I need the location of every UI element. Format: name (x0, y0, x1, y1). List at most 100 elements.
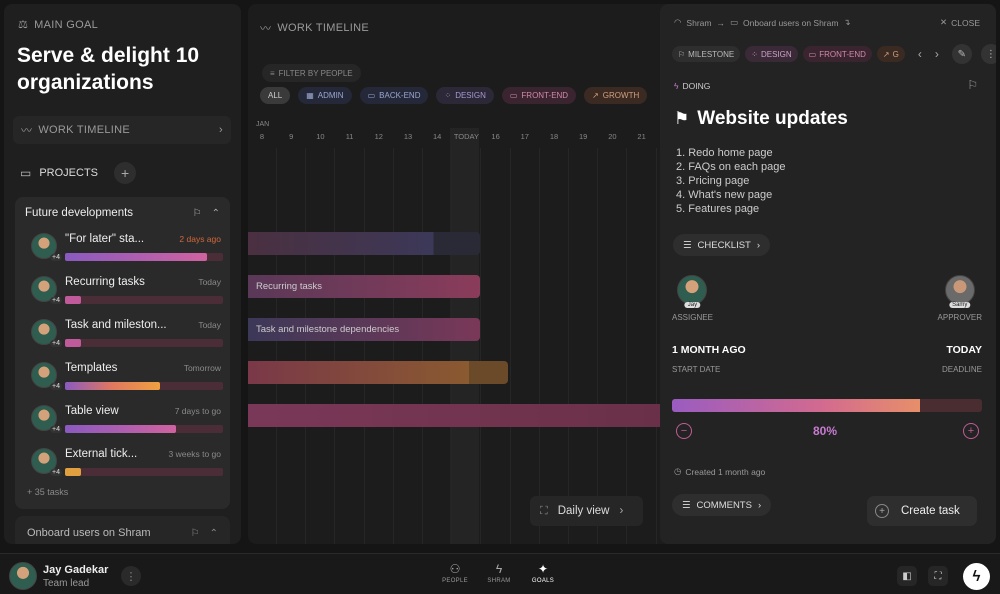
assignee[interactable]: Jay ASSIGNEE (672, 275, 713, 322)
filter-tag-all[interactable]: ALL (260, 87, 290, 104)
nav-people[interactable]: ⚇ PEOPLE (435, 562, 475, 584)
filter-tag-front-end[interactable]: ▭FRONT-END (502, 87, 576, 104)
daily-view-button[interactable]: ⛶ Daily view › (530, 496, 643, 526)
user-menu-button[interactable]: ⋮ (121, 566, 141, 586)
project-card-collapsed[interactable]: Onboard users on Shram ⚐ ⌃ (15, 516, 230, 544)
comments-button[interactable]: ☰ COMMENTS › (672, 494, 771, 516)
task-description-list: 1. Redo home page2. FAQs on each page3. … (676, 146, 785, 216)
flag-icon[interactable]: ⚐ (193, 208, 202, 219)
task-item[interactable]: +4Task and mileston...Today (25, 317, 221, 357)
task-title: ⚑ Website updates (674, 108, 848, 130)
add-project-button[interactable]: + (114, 162, 136, 184)
filter-tag-admin[interactable]: ▦ADMIN (298, 87, 351, 104)
task-item[interactable]: +4External tick...3 weeks to go (25, 446, 221, 486)
grid-line (480, 148, 481, 544)
trend-icon: 〰 (21, 122, 32, 138)
close-icon: ✕ (940, 17, 947, 28)
timeline-task-bar[interactable]: Recurring tasks (248, 275, 480, 298)
grid-line (364, 148, 365, 544)
decrease-progress-button[interactable]: − (676, 423, 692, 439)
project-card[interactable]: Future developments ⚐ ⌃ +4"For later" st… (15, 197, 230, 509)
task-item[interactable]: +4Table view7 days to go (25, 403, 221, 443)
filter-tag-back-end[interactable]: ▭BACK-END (360, 87, 429, 104)
status-badge[interactable]: ϟ DOING (674, 81, 710, 91)
timeline-task-bar[interactable] (248, 232, 480, 255)
flag-icon[interactable]: ⚐ (191, 528, 200, 539)
description-item: 4. What's new page (676, 188, 785, 202)
nav-goals[interactable]: ✦ GOALS (523, 562, 563, 584)
task-tag-design[interactable]: ⁘DESIGN (745, 46, 797, 62)
more-vertical-icon: ⋮ (126, 570, 137, 583)
flag-icon[interactable]: ⚐ (967, 78, 978, 92)
timeline-task-bar[interactable]: Task and milestone dependencies (248, 318, 480, 341)
tag-icon: ⚐ (678, 50, 685, 59)
checklist-button[interactable]: ☰ CHECKLIST › (673, 234, 770, 256)
deadline-value[interactable]: TODAY (946, 344, 982, 356)
filter-tag-design[interactable]: ⁘DESIGN (436, 87, 493, 104)
close-button[interactable]: ✕ CLOSE (940, 17, 980, 28)
project-name: Onboard users on Shram (27, 527, 151, 539)
task-tags: ⚐MILESTONE ⁘DESIGN ▭FRONT-END ↗G (672, 46, 905, 62)
increase-progress-button[interactable]: + (963, 423, 979, 439)
task-detail-panel: ◠ Shram → ▭ Onboard users on Shram ↴ ✕ C… (660, 4, 996, 544)
day-label: 9 (289, 132, 293, 141)
filter-by-people-button[interactable]: ≡ FILTER BY PEOPLE (262, 64, 361, 82)
work-timeline-link[interactable]: 〰 WORK TIMELINE › (13, 116, 231, 144)
task-name: External tick... (65, 448, 175, 460)
task-tag-front-end[interactable]: ▭FRONT-END (803, 46, 872, 62)
day-label: TODAY (454, 132, 479, 141)
chevron-up-icon[interactable]: ⌃ (210, 528, 218, 539)
tag-icon: ↗ (883, 50, 890, 59)
bolt-icon: ϟ (674, 81, 679, 91)
more-tasks-link[interactable]: + 35 tasks (27, 487, 68, 497)
sidebar-icon: ◧ (902, 571, 911, 582)
shram-logo-button[interactable]: ϟ (963, 563, 990, 590)
day-label: 12 (375, 132, 383, 141)
filter-tags: ALL ▦ADMIN ▭BACK-END ⁘DESIGN ▭FRONT-END ↗GROW… (260, 87, 647, 104)
day-label: 14 (433, 132, 441, 141)
user-avatar[interactable] (9, 562, 37, 590)
folder-icon: ▭ (730, 17, 738, 28)
chevron-left-icon[interactable]: ‹ (918, 47, 922, 61)
day-label: 19 (579, 132, 587, 141)
task-item[interactable]: +4Recurring tasksToday (25, 274, 221, 314)
tag-icon: ▦ (306, 91, 314, 100)
task-name: Table view (65, 405, 175, 417)
day-label: 17 (521, 132, 529, 141)
bolt-icon: ϟ (973, 568, 981, 585)
edit-button[interactable]: ✎ (952, 44, 972, 64)
created-info: ◷ Created 1 month ago (674, 466, 765, 477)
task-due: Today (198, 277, 221, 287)
approver[interactable]: Samy APPROVER (938, 275, 982, 322)
day-label: 10 (316, 132, 324, 141)
task-tag-milestone[interactable]: ⚐MILESTONE (672, 46, 740, 62)
chevron-up-icon[interactable]: ⌃ (212, 208, 220, 219)
start-date-value[interactable]: 1 MONTH AGO (672, 344, 746, 356)
assignee-avatar: +4 (31, 362, 57, 388)
timeline-task-bar[interactable] (248, 404, 678, 427)
task-item[interactable]: +4TemplatesTomorrow (25, 360, 221, 400)
nav-shram[interactable]: ϟ SHRAM (479, 562, 519, 584)
assignee-avatar: Jay (677, 275, 707, 305)
toggle-panel-button[interactable]: ◧ (897, 566, 917, 586)
task-item[interactable]: +4"For later" sta...2 days ago (25, 231, 221, 271)
goal-panel: ⚖ MAIN GOAL Serve & delight 10 organizat… (4, 4, 241, 544)
grid-line (334, 148, 335, 544)
timeline-title: 〰 WORK TIMELINE (260, 20, 369, 36)
more-options-button[interactable]: ⋮ (981, 44, 996, 64)
create-task-button[interactable]: + Create task (867, 496, 977, 526)
task-tag-g[interactable]: ↗G (877, 46, 905, 62)
month-label: JAN (256, 121, 269, 128)
timeline-task-bar[interactable] (248, 361, 508, 384)
grid-line (568, 148, 569, 544)
task-due: 3 weeks to go (169, 449, 221, 459)
grid-line (539, 148, 540, 544)
approver-avatar: Samy (945, 275, 975, 305)
progress-bar[interactable] (672, 399, 982, 412)
fullscreen-button[interactable]: ⛶ (928, 566, 948, 586)
description-item: 1. Redo home page (676, 146, 785, 160)
filter-tag-growth[interactable]: ↗GROWTH (584, 87, 647, 104)
chevron-right-icon: › (757, 240, 760, 251)
chevron-right-icon[interactable]: › (935, 47, 939, 61)
pencil-icon: ✎ (958, 49, 966, 60)
